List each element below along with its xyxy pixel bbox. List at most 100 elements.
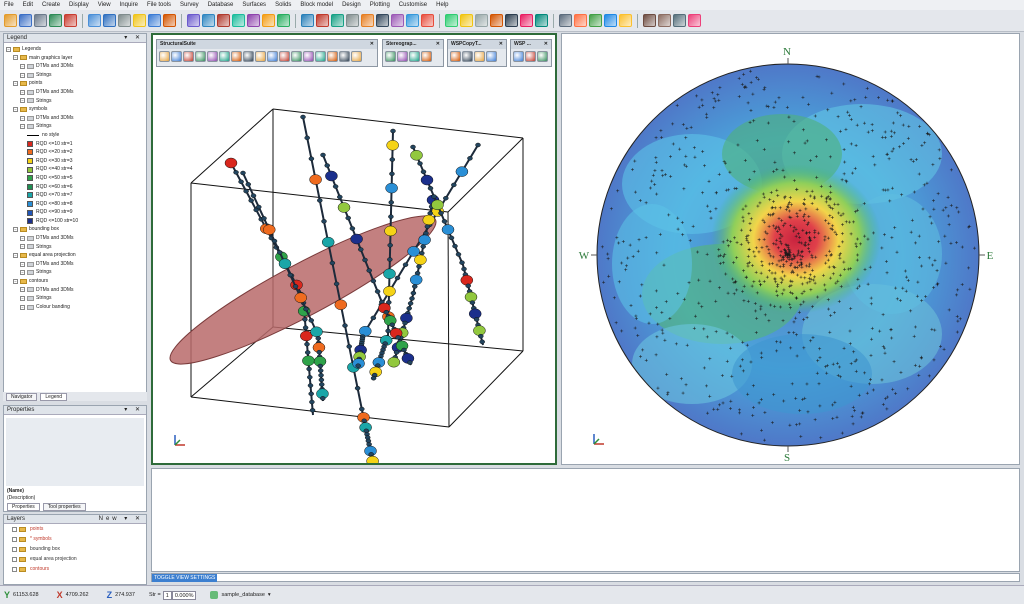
expand-icon[interactable]: − [20, 89, 25, 95]
legend-tree-item[interactable]: − DTMs and 3DMs [6, 286, 146, 295]
legend-tree-item[interactable]: − points [6, 79, 146, 88]
layer-item[interactable]: contours [4, 564, 146, 574]
toolbar-tool-icon[interactable] [619, 14, 632, 27]
toolbar-tool-icon[interactable] [490, 14, 503, 27]
toolbar-tool-icon[interactable] [277, 14, 290, 27]
tool-icon[interactable] [450, 51, 461, 62]
layer-visibility-checkbox[interactable] [12, 536, 17, 542]
toolbar-tool-icon[interactable] [460, 14, 473, 27]
legend-tree-item[interactable]: − Colour banding [6, 303, 146, 312]
legend-tree-item[interactable]: RQD <=10 str=1 [6, 140, 146, 149]
tool-icon[interactable] [303, 51, 314, 62]
toolbar-tool-icon[interactable] [688, 14, 701, 27]
toolbar-tool-icon[interactable] [559, 14, 572, 27]
menu-item[interactable]: Inquire [120, 2, 138, 8]
toolbar-tool-icon[interactable] [148, 14, 161, 27]
legend-tree-item[interactable]: − Strings [6, 122, 146, 131]
menu-item[interactable]: Survey [180, 2, 199, 8]
layer-item[interactable]: bounding box [4, 544, 146, 554]
legend-tree-item[interactable]: RQD <=90 str=9 [6, 208, 146, 217]
new-layer-button[interactable]: New [99, 516, 120, 522]
toolbar-tool-icon[interactable] [202, 14, 215, 27]
tool-icon[interactable] [351, 51, 362, 62]
menu-item[interactable]: Solids [275, 2, 291, 8]
tool-icon[interactable] [171, 51, 182, 62]
panel-controls[interactable]: ▾ ✕ [124, 406, 143, 415]
legend-tree-item[interactable]: no style [6, 131, 146, 140]
toolbar-tool-icon[interactable] [4, 14, 17, 27]
legend-tree-item[interactable]: RQD <=40 str=4 [6, 165, 146, 174]
close-icon[interactable]: ✕ [370, 40, 374, 49]
close-icon[interactable]: ✕ [544, 40, 548, 49]
toggle-view-settings[interactable]: TOGGLE VIEW SETTINGS [152, 574, 218, 582]
toolbar-tool-icon[interactable] [475, 14, 488, 27]
legend-tree-item[interactable]: − Strings [6, 294, 146, 303]
legend-tree-item[interactable]: − DTMs and 3DMs [6, 62, 146, 71]
properties-grid[interactable] [6, 418, 144, 486]
tool-icon[interactable] [339, 51, 350, 62]
toolbar-tool-icon[interactable] [604, 14, 617, 27]
toolbar-tool-icon[interactable] [163, 14, 176, 27]
legend-tree-item[interactable]: − Strings [6, 71, 146, 80]
str-input[interactable]: 1 [162, 590, 172, 600]
layer-visibility-checkbox[interactable] [12, 556, 17, 562]
legend-tree-item[interactable]: − symbols [6, 105, 146, 114]
expand-icon[interactable]: − [13, 253, 18, 259]
toolbar-tool-icon[interactable] [673, 14, 686, 27]
tool-icon[interactable] [462, 51, 473, 62]
toolbar-tool-icon[interactable] [316, 14, 329, 27]
tab-navigator[interactable]: Navigator [6, 392, 38, 401]
tool-icon[interactable] [409, 51, 420, 62]
legend-tree-item[interactable]: − DTMs and 3DMs [6, 88, 146, 97]
layer-visibility-checkbox[interactable] [12, 566, 17, 572]
toolbar-tool-icon[interactable] [346, 14, 359, 27]
panel-controls[interactable]: ▾ ✕ [124, 34, 143, 43]
tool-icon[interactable] [385, 51, 396, 62]
legend-tree-item[interactable]: RQD <=20 str=2 [6, 148, 146, 157]
tool-icon[interactable] [525, 51, 536, 62]
toolbar-tool-icon[interactable] [421, 14, 434, 27]
toolbar-tool-icon[interactable] [445, 14, 458, 27]
menu-item[interactable]: Create [42, 2, 60, 8]
layer-visibility-checkbox[interactable] [12, 526, 17, 532]
toolbar-tool-icon[interactable] [391, 14, 404, 27]
legend-tree-item[interactable]: − DTMs and 3DMs [6, 234, 146, 243]
legend-tree-item[interactable]: − DTMs and 3DMs [6, 260, 146, 269]
close-icon[interactable]: ✕ [436, 40, 440, 49]
tab-legend[interactable]: Legend [40, 392, 68, 401]
expand-icon[interactable]: − [13, 81, 18, 87]
menu-item[interactable]: File [4, 2, 14, 8]
drillhole-3d-scene[interactable] [153, 35, 555, 463]
toolbar-tool-icon[interactable] [589, 14, 602, 27]
legend-tree-item[interactable]: − equal area projection [6, 251, 146, 260]
expand-icon[interactable]: − [13, 227, 18, 233]
tool-icon[interactable] [397, 51, 408, 62]
tool-icon[interactable] [255, 51, 266, 62]
menu-item[interactable]: Edit [23, 2, 33, 8]
expand-icon[interactable]: − [20, 244, 25, 250]
toolbar-tool-icon[interactable] [19, 14, 32, 27]
toolbar-tool-icon[interactable] [262, 14, 275, 27]
legend-tree-item[interactable]: RQD <=60 str=6 [6, 183, 146, 192]
toolbar-tool-icon[interactable] [520, 14, 533, 27]
tool-icon[interactable] [513, 51, 524, 62]
expand-icon[interactable]: − [20, 124, 25, 130]
expand-icon[interactable]: − [20, 270, 25, 276]
tool-icon[interactable] [195, 51, 206, 62]
toolbar-tool-icon[interactable] [361, 14, 374, 27]
tab-tool-properties[interactable]: Tool properties [42, 503, 86, 511]
legend-tree-item[interactable]: − contours [6, 277, 146, 286]
stereonet-view[interactable]: N S E W [561, 33, 1020, 465]
tool-icon[interactable] [474, 51, 485, 62]
expand-icon[interactable]: − [20, 304, 25, 310]
tool-icon[interactable] [486, 51, 497, 62]
tool-icon[interactable] [315, 51, 326, 62]
legend-tree-item[interactable]: RQD <=70 str=7 [6, 191, 146, 200]
stereonet-plot[interactable]: N S E W [562, 34, 1019, 464]
expand-icon[interactable]: − [20, 261, 25, 267]
toolbar-tool-icon[interactable] [301, 14, 314, 27]
graphics-3d-view[interactable] [151, 33, 557, 465]
expand-icon[interactable]: − [20, 98, 25, 104]
toolbar-tool-icon[interactable] [535, 14, 548, 27]
toolbar-tool-icon[interactable] [331, 14, 344, 27]
